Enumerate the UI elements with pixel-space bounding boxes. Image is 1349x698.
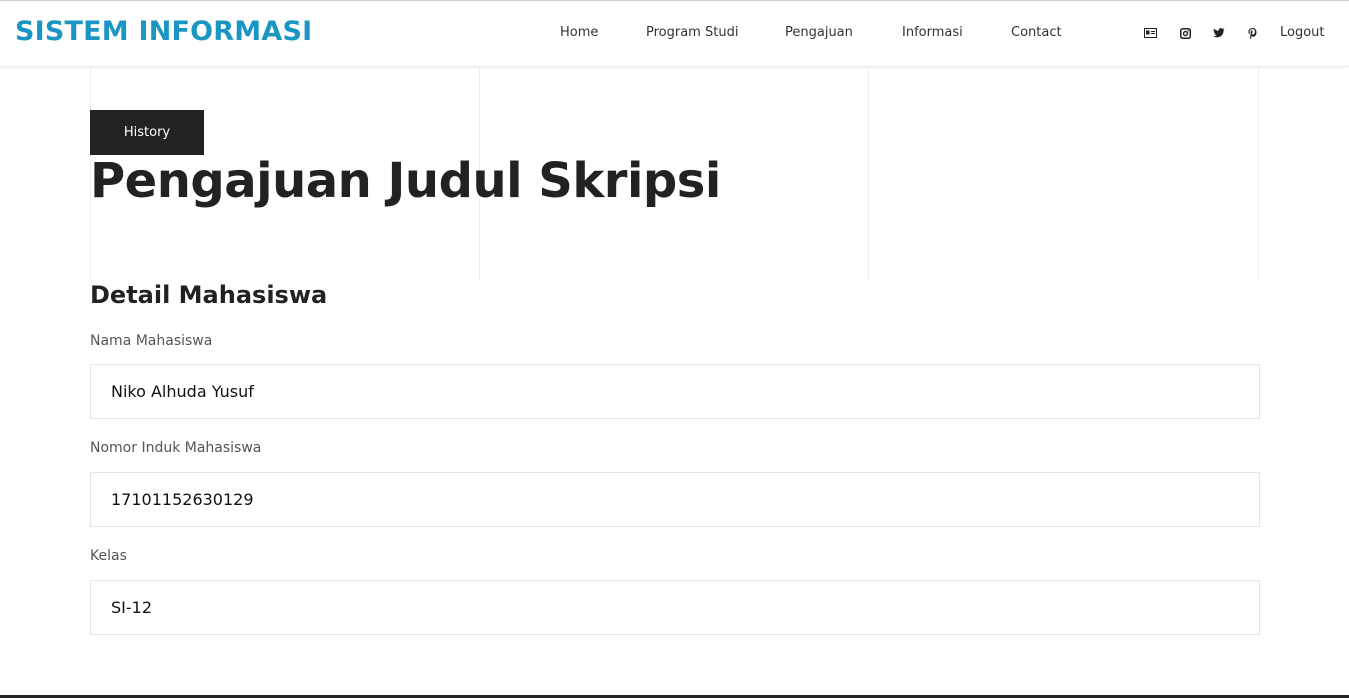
grid-line [1258,67,1259,280]
nav-home[interactable]: Home [560,25,598,40]
navbar: SISTEM INFORMASI Home Program Studi Peng… [0,1,1349,67]
kelas-label: Kelas [90,548,127,564]
instagram-icon[interactable] [1177,25,1193,41]
kelas-field[interactable] [90,580,1260,635]
twitter-icon[interactable] [1211,25,1227,41]
section-title: Detail Mahasiswa [90,281,328,309]
nav-contact[interactable]: Contact [1011,25,1062,40]
id-card-icon[interactable] [1142,25,1158,41]
brand-logo[interactable]: SISTEM INFORMASI [15,16,312,47]
nim-field[interactable] [90,472,1260,527]
nav-informasi[interactable]: Informasi [902,25,963,40]
nav-program-studi[interactable]: Program Studi [646,25,738,40]
grid-line [868,67,869,280]
logout-link[interactable]: Logout [1280,25,1325,40]
nama-mahasiswa-label: Nama Mahasiswa [90,333,213,349]
history-badge[interactable]: History [90,110,204,155]
nama-mahasiswa-field[interactable] [90,364,1260,419]
page-title: Pengajuan Judul Skripsi [90,153,721,209]
nav-pengajuan[interactable]: Pengajuan [785,25,853,40]
nim-label: Nomor Induk Mahasiswa [90,440,262,456]
pinterest-icon[interactable] [1244,25,1260,41]
